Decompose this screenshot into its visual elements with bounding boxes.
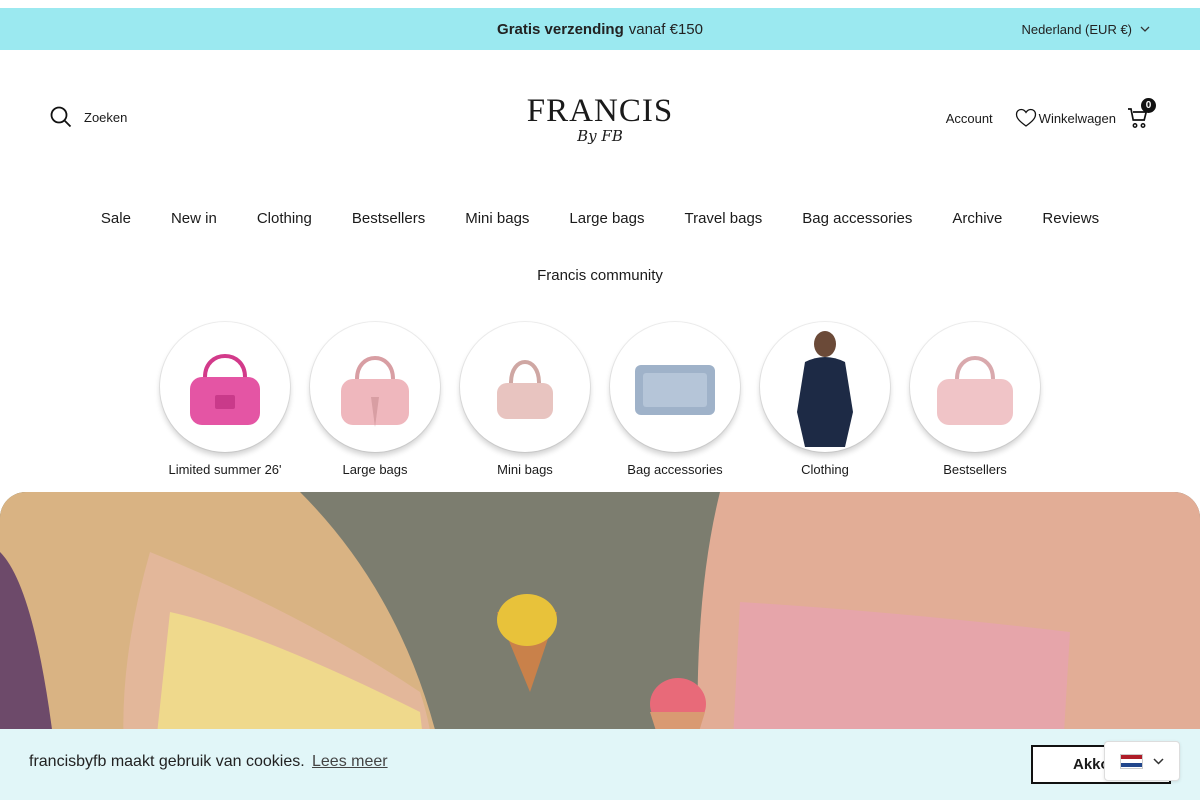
site-header: Zoeken FRANCIS By FB Account Winkelwagen…	[0, 88, 1200, 152]
nav-item-new-in[interactable]: New in	[151, 207, 237, 231]
category-bestsellers[interactable]: Bestsellers	[900, 322, 1050, 477]
search-label: Zoeken	[84, 109, 128, 125]
chevron-down-icon	[1153, 757, 1164, 765]
header-actions: Account Winkelwagen 0	[946, 98, 1156, 130]
cookie-banner: francisbyfb maakt gebruik van cookies. L…	[0, 729, 1200, 800]
chevron-down-icon	[1140, 26, 1150, 32]
cookie-message: francisbyfb maakt gebruik van cookies.	[29, 753, 305, 770]
category-label: Limited summer 26'	[168, 462, 282, 477]
cart-button[interactable]: 0	[1126, 98, 1156, 130]
language-selector[interactable]	[1104, 741, 1180, 781]
nl-flag-icon	[1120, 753, 1143, 769]
category-label: Clothing	[801, 462, 849, 477]
search-button[interactable]: Zoeken	[50, 106, 127, 128]
nav-item-bestsellers[interactable]: Bestsellers	[332, 207, 445, 231]
account-link[interactable]: Account	[946, 111, 993, 126]
wishlist-label: Winkelwagen	[1038, 110, 1116, 126]
category-bag-accessories[interactable]: Bag accessories	[600, 322, 750, 477]
category-large-bags[interactable]: Large bags	[300, 322, 450, 477]
nav-item-clothing[interactable]: Clothing	[237, 207, 332, 231]
announcement-bar: Gratis verzending vanaf €150 Nederland (…	[0, 8, 1200, 50]
heart-icon	[1015, 108, 1036, 127]
model-in-tracksuit-image	[760, 322, 890, 452]
logo-wordmark: FRANCIS	[526, 93, 674, 129]
nav-item-large-bags[interactable]: Large bags	[549, 207, 664, 231]
country-selector[interactable]: Nederland (EUR €)	[1021, 8, 1150, 50]
cart-count-badge: 0	[1141, 98, 1156, 113]
announcement-bold: Gratis verzending	[497, 20, 624, 38]
announcement-text: vanaf €150	[628, 20, 703, 38]
nav-item-travel-bags[interactable]: Travel bags	[664, 207, 782, 231]
bag-organizer-image	[610, 322, 740, 452]
category-mini-bags[interactable]: Mini bags	[450, 322, 600, 477]
secondary-nav: Francis community	[0, 264, 1200, 288]
nav-item-archive[interactable]: Archive	[932, 207, 1022, 231]
category-label: Mini bags	[497, 462, 553, 477]
search-icon	[50, 106, 72, 128]
nav-item-sale[interactable]: Sale	[81, 207, 151, 231]
nav-item-francis-community[interactable]: Francis community	[537, 267, 663, 284]
category-label: Bestsellers	[943, 462, 1007, 477]
nav-item-reviews[interactable]: Reviews	[1022, 207, 1119, 231]
nav-item-mini-bags[interactable]: Mini bags	[445, 207, 549, 231]
main-nav: Sale New in Clothing Bestsellers Mini ba…	[0, 207, 1200, 231]
nav-item-bag-accessories[interactable]: Bag accessories	[782, 207, 932, 231]
category-clothing[interactable]: Clothing	[750, 322, 900, 477]
logo-subtitle: By FB	[577, 127, 623, 145]
category-label: Large bags	[342, 462, 408, 477]
wishlist-link[interactable]: Winkelwagen	[1015, 108, 1116, 128]
cookie-read-more-link[interactable]: Lees meer	[312, 753, 388, 771]
bestseller-handbag-image	[910, 322, 1040, 452]
category-label: Bag accessories	[627, 462, 723, 477]
pink-handbag-image	[160, 322, 290, 452]
category-limited-summer[interactable]: Limited summer 26'	[150, 322, 300, 477]
light-pink-handbag-image	[310, 322, 440, 452]
country-label: Nederland (EUR €)	[1021, 21, 1132, 37]
site-logo[interactable]: FRANCIS By FB	[500, 94, 700, 144]
category-carousel: Limited summer 26' Large bags Mini bags	[150, 322, 1050, 477]
mini-handbag-image	[460, 322, 590, 452]
